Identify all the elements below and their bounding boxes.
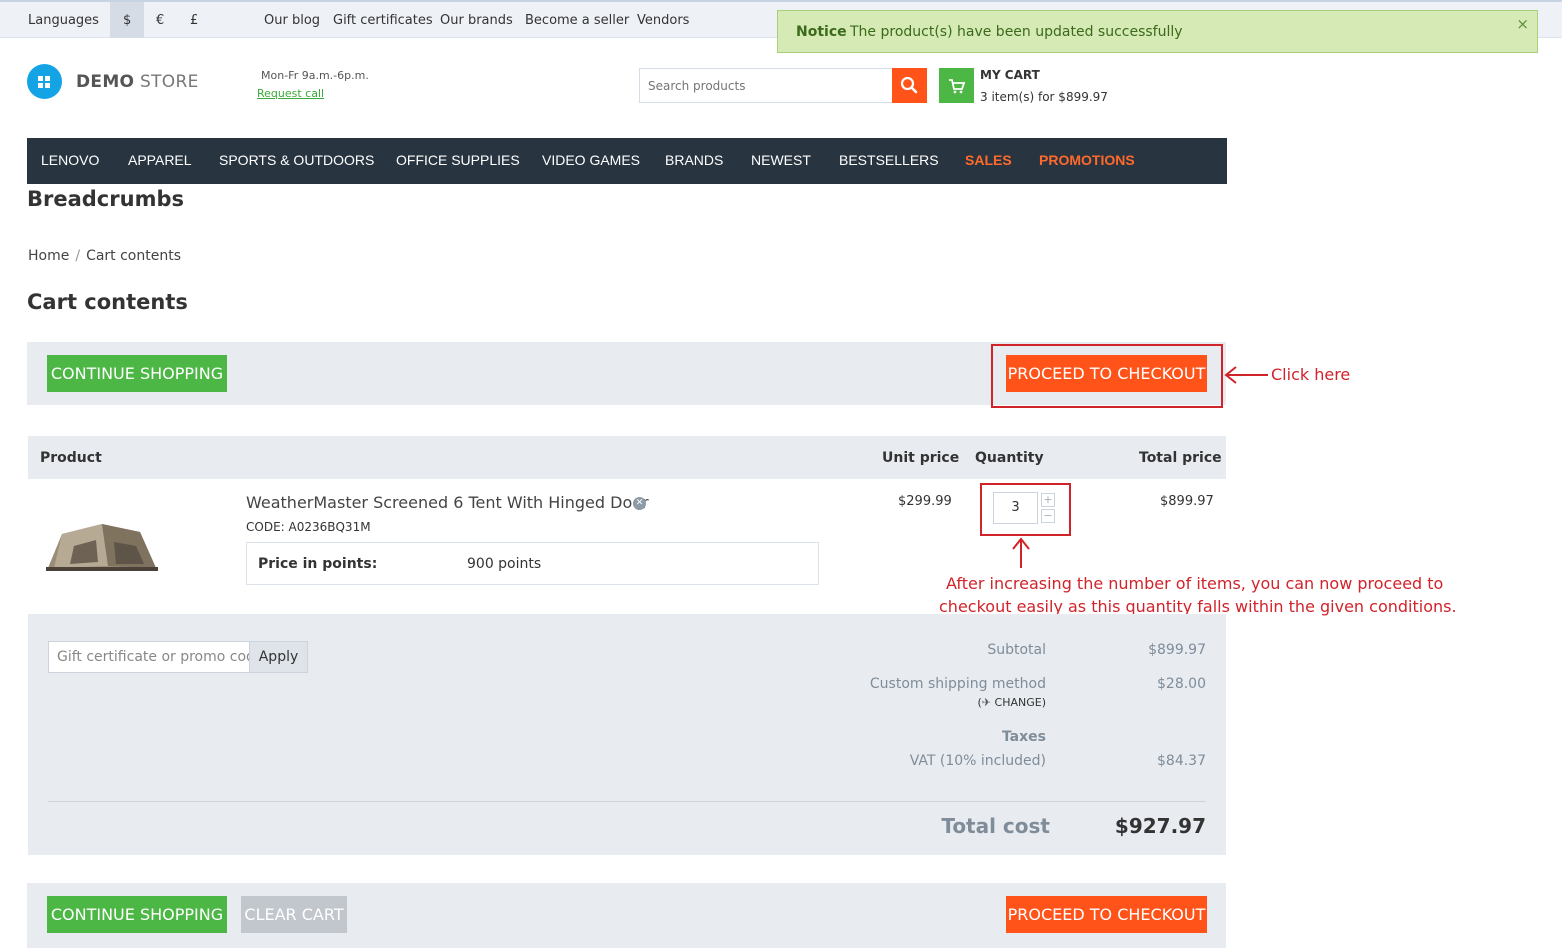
column-header-product: Product [40,450,102,466]
annotation-arrow-up-icon [1012,537,1030,568]
subtotal-value: $899.97 [1148,642,1206,658]
breadcrumbs-heading: Breadcrumbs [27,187,184,211]
search-button[interactable] [892,68,927,103]
subtotal-label: Subtotal [987,642,1046,658]
currency-gbp[interactable]: £ [190,13,198,28]
points-label: Price in points: [258,556,378,572]
column-header-quantity: Quantity [975,450,1044,466]
nav-item-apparel[interactable]: APPAREL [128,152,192,168]
search-icon [900,76,918,94]
logo-light: STORE [134,72,199,92]
taxes-label: Taxes [1001,729,1046,745]
continue-shopping-button[interactable]: CONTINUE SHOPPING [47,355,227,392]
breadcrumb-home[interactable]: Home [28,248,69,264]
product-image[interactable] [44,518,160,574]
column-header-total-price: Total price [1139,450,1222,466]
row-total-price: $899.97 [1160,494,1214,509]
logo-icon[interactable] [27,64,62,99]
business-hours: Mon-Fr 9a.m.-6p.m. [261,69,369,82]
logo[interactable]: DEMO STORE [76,72,199,92]
plane-icon: ✈ [981,696,992,709]
column-header-unit-price: Unit price [882,450,960,466]
nav-item-newest[interactable]: NEWEST [751,152,811,168]
search-input[interactable] [648,69,888,102]
cart-table-header: Product Unit price Quantity Total price [28,436,1226,479]
product-code: CODE: A0236BQ31M [246,520,371,534]
breadcrumb-separator: / [75,248,81,264]
vat-label: VAT (10% included) [909,753,1046,769]
cart-button[interactable] [939,68,974,103]
page-title: Cart contents [27,290,188,314]
total-cost-value: $927.97 [1114,814,1206,838]
proceed-to-checkout-button-bottom[interactable]: PROCEED TO CHECKOUT [1006,896,1207,933]
link-gift-certificates[interactable]: Gift certificates [333,13,433,28]
link-our-blog[interactable]: Our blog [264,13,320,28]
apply-button[interactable]: Apply [249,641,308,673]
change-shipping-link[interactable]: (✈ CHANGE) [900,696,1047,709]
totals-divider [48,801,1206,802]
my-cart-title[interactable]: MY CART [980,68,1040,82]
unit-price: $299.99 [898,494,952,509]
nav-item-bestsellers[interactable]: BESTSELLERS [839,152,939,168]
nav-item-sales[interactable]: SALES [965,152,1012,168]
vat-value: $84.37 [1157,753,1206,769]
points-box: Price in points: 900 points [246,542,819,585]
notice-message: The product(s) have been updated success… [850,24,1183,40]
change-shipping-label: CHANGE [994,696,1042,709]
currency-usd[interactable]: $ [123,13,131,28]
search-box [639,68,893,103]
nav-item-brands[interactable]: BRANDS [665,152,723,168]
cart-icon [949,79,966,94]
annotation-quantity-highlight [980,483,1071,536]
notice-banner: Notice The product(s) have been updated … [777,10,1538,53]
logo-bold: DEMO [76,72,135,92]
annotation-note-line1: After increasing the number of items, yo… [946,574,1444,593]
nav-item-video-games[interactable]: VIDEO GAMES [542,152,640,168]
clear-cart-button[interactable]: CLEAR CART [241,896,347,933]
breadcrumb: Home / Cart contents [28,248,181,264]
nav-item-promotions[interactable]: PROMOTIONS [1039,152,1135,168]
link-become-a-seller[interactable]: Become a seller [525,13,629,28]
product-name-link[interactable]: WeatherMaster Screened 6 Tent With Hinge… [246,493,649,512]
continue-shopping-button-bottom[interactable]: CONTINUE SHOPPING [47,896,227,933]
promo-code-input[interactable]: Gift certificate or promo code [48,641,250,673]
annotation-click-here: Click here [1271,365,1351,384]
link-vendors[interactable]: Vendors [637,13,689,28]
remove-item-icon[interactable]: ✕ [633,497,646,510]
close-icon[interactable]: × [1516,15,1529,33]
nav-item-lenovo[interactable]: LENOVO [41,152,99,168]
notice-title: Notice [796,24,847,40]
cart-summary[interactable]: 3 item(s) for $899.97 [980,90,1108,104]
shipping-value: $28.00 [1157,676,1206,692]
nav-item-office-supplies[interactable]: OFFICE SUPPLIES [396,152,520,168]
nav-item-sports-outdoors[interactable]: SPORTS & OUTDOORS [219,152,374,168]
languages-selector[interactable]: Languages [28,13,99,28]
link-our-brands[interactable]: Our brands [440,13,513,28]
shipping-method-label: Custom shipping method [869,676,1046,692]
annotation-checkout-highlight [991,344,1223,408]
currency-eur[interactable]: € [156,13,164,28]
points-value: 900 points [467,556,542,572]
annotation-arrow-left-icon [1224,366,1268,384]
main-nav: LENOVO APPAREL SPORTS & OUTDOORS OFFICE … [27,138,1227,184]
total-cost-label: Total cost [941,814,1050,838]
request-call-link[interactable]: Request call [257,87,324,100]
breadcrumb-current: Cart contents [86,248,182,264]
